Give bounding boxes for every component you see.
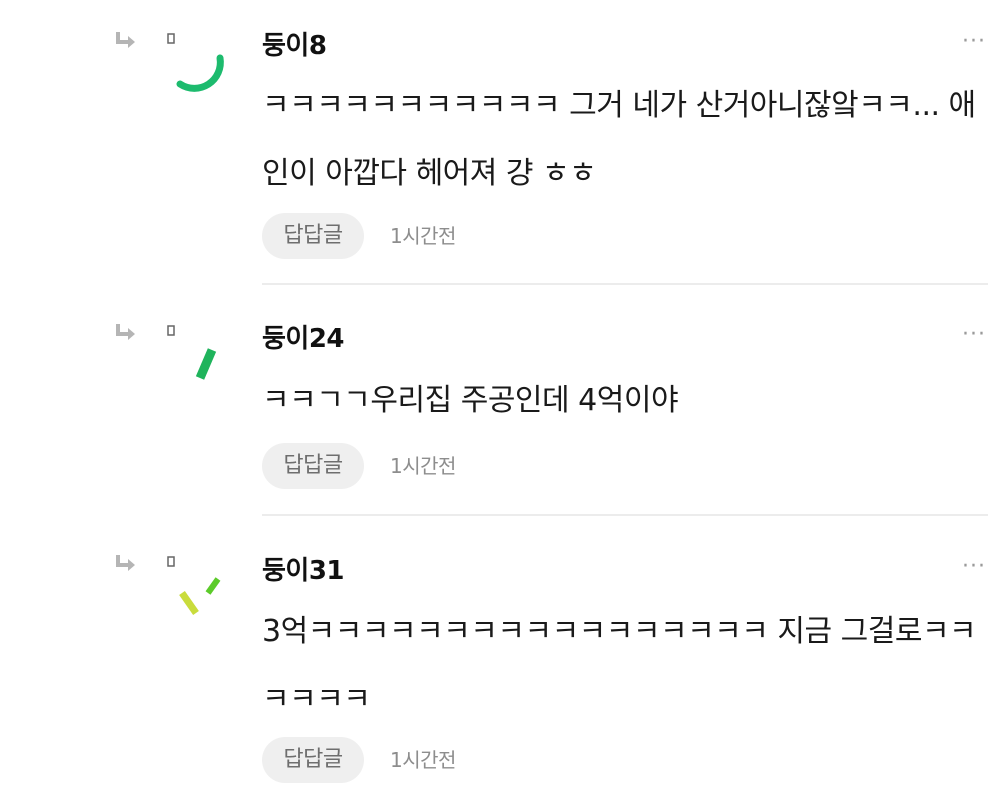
comment-author[interactable]: 둥이24 (262, 323, 345, 355)
comment-text: ㅋㅋㄱㄱ우리집 주공인데 4억이야 (262, 383, 679, 418)
more-options-button[interactable]: ··· (958, 31, 990, 53)
comment-timestamp: 1시간전 (390, 224, 456, 248)
small-square-icon (167, 33, 175, 44)
comment-timestamp: 1시간전 (390, 454, 456, 478)
small-square-icon (167, 556, 175, 567)
divider (262, 283, 988, 285)
more-options-button[interactable]: ··· (958, 324, 990, 346)
comment-author[interactable]: 둥이8 (262, 30, 327, 62)
green-stroke-avatar-icon (195, 348, 217, 380)
reply-arrow-icon (116, 32, 135, 48)
comment-author[interactable]: 둥이31 (262, 555, 345, 587)
reply-arrow-icon (116, 555, 135, 571)
divider (262, 514, 988, 516)
reply-button[interactable]: 답답글 (262, 443, 364, 489)
avatar[interactable] (166, 553, 230, 617)
reply-button[interactable]: 답답글 (262, 213, 364, 259)
reply-button[interactable]: 답답글 (262, 737, 364, 783)
comment-timestamp: 1시간전 (390, 748, 456, 772)
avatar[interactable] (166, 322, 230, 386)
small-square-icon (167, 325, 175, 336)
lime-strokes-avatar-icon (179, 577, 221, 616)
comment-text: 3억ㅋㅋㅋㅋㅋㅋㅋㅋㅋㅋㅋㅋㅋㅋㅋㅋㅋ 지금 그걸로ㅋㅋㅋㅋㅋㅋ (262, 614, 977, 717)
avatar[interactable] (166, 30, 230, 94)
reply-arrow-icon (116, 324, 135, 340)
more-options-button[interactable]: ··· (958, 556, 990, 578)
comment-text: ㅋㅋㅋㅋㅋㅋㅋㅋㅋㅋㅋ 그거 네가 산거아니잖앜ㅋㅋ... 애인이 아깝다 헤어… (262, 88, 976, 191)
green-arc-avatar-icon (176, 54, 224, 92)
